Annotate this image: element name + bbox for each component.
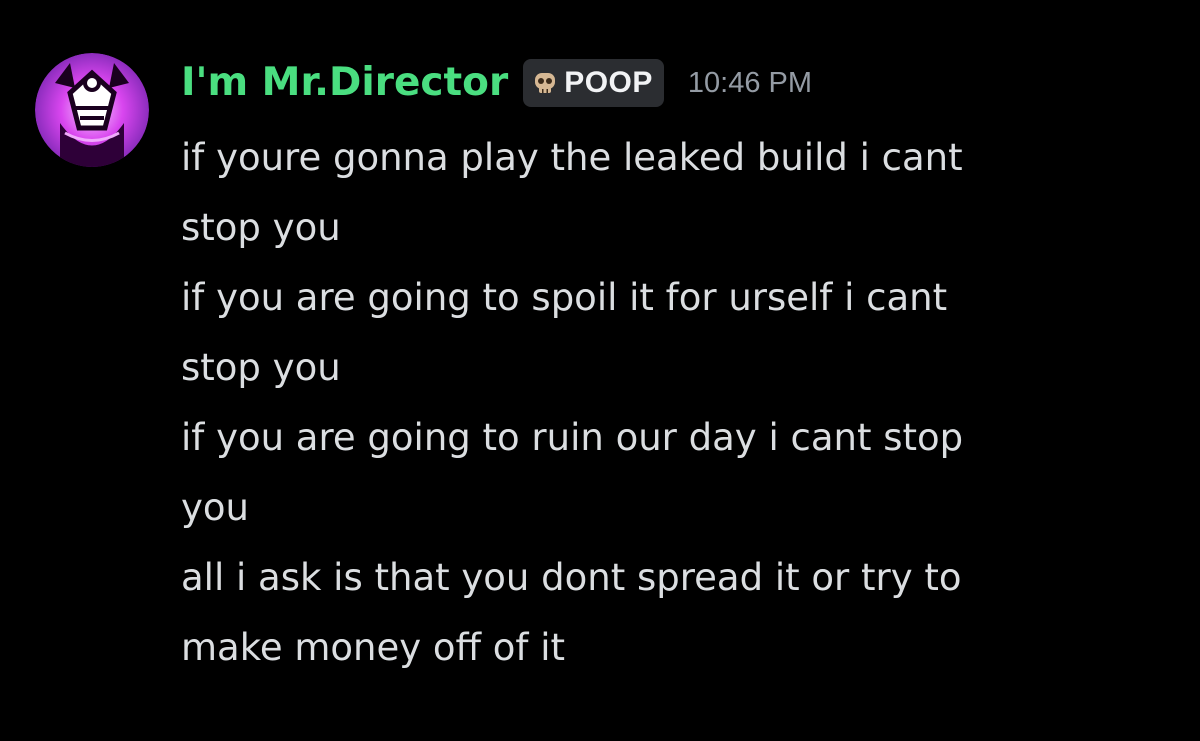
message-line: if you are going to ruin our day i cant … xyxy=(181,416,964,459)
message-line: all i ask is that you dont spread it or … xyxy=(181,556,962,599)
avatar[interactable] xyxy=(35,53,149,167)
message-line: stop you xyxy=(181,206,341,249)
message-line: stop you xyxy=(181,346,341,389)
username[interactable]: I'm Mr.Director xyxy=(181,58,508,108)
timestamp[interactable]: 10:46 PM xyxy=(688,67,812,100)
avatar-image xyxy=(35,53,149,167)
server-tag-label: POOP xyxy=(564,66,653,99)
message-header: I'm Mr.Director POOP 10:46 PM xyxy=(181,58,812,108)
message-line: make money off of it xyxy=(181,626,566,669)
message-content: if youre gonna play the leaked build i c… xyxy=(181,123,1141,683)
server-tag[interactable]: POOP xyxy=(523,59,664,107)
chat-message: I'm Mr.Director POOP 10:46 PM if youre g… xyxy=(0,0,1200,741)
message-line: if youre gonna play the leaked build i c… xyxy=(181,136,963,179)
message-line: if you are going to spoil it for urself … xyxy=(181,276,948,319)
skull-icon xyxy=(535,73,556,93)
message-line: you xyxy=(181,486,249,529)
